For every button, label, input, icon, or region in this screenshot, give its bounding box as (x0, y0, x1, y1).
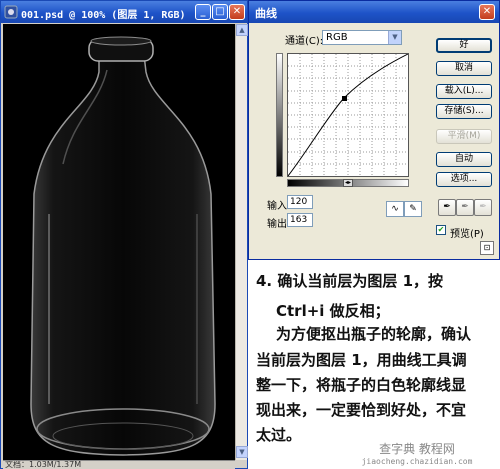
close-icon[interactable]: ✕ (479, 4, 495, 20)
instruction-line: 当前层为图层 1，用曲线工具调 (256, 351, 467, 369)
instruction-line: 为方便抠出瓶子的轮廓，确认 (276, 325, 472, 343)
channel-value: RGB (326, 32, 348, 43)
curve-plot (287, 53, 409, 177)
save-button[interactable]: 存储(S)... (436, 104, 492, 119)
options-button[interactable]: 选项... (436, 172, 492, 187)
output-gradient-bar (276, 53, 283, 177)
curves-dialog-titlebar[interactable]: 曲线 ✕ (249, 1, 499, 23)
curve-graph[interactable] (287, 53, 409, 177)
chevron-down-icon[interactable]: ▼ (388, 31, 401, 44)
channel-label: 通道(C): (285, 36, 324, 47)
status-bar: 文档：1.03M/1.37M (3, 460, 235, 469)
image-window-titlebar[interactable]: 001.psd @ 100% (图层 1, RGB) _ □ ✕ (1, 1, 247, 23)
instruction-line: 太过。 (256, 426, 302, 444)
smooth-button[interactable]: 平滑(M) (436, 129, 492, 144)
instruction-line: 整一下，将瓶子的白色轮廓线显 (256, 376, 467, 394)
gray-eyedropper-icon[interactable]: ✒ (456, 199, 474, 216)
channel-select[interactable]: RGB ▼ (322, 30, 402, 45)
preview-checkbox[interactable]: ✔ (436, 225, 446, 235)
white-eyedropper-icon[interactable]: ✒ (474, 199, 492, 216)
instruction-line: 4. 确认当前层为图层 1，按 (256, 272, 444, 290)
instruction-line: Ctrl+i 做反相； (276, 302, 390, 320)
vertical-scrollbar[interactable]: ▲ ▼ (235, 24, 248, 460)
watermark: 查字典 教程网 jiaocheng.chazidian.com (336, 440, 498, 467)
image-canvas[interactable] (3, 24, 235, 460)
dialog-title: 曲线 (255, 7, 277, 20)
image-window: 001.psd @ 100% (图层 1, RGB) _ □ ✕ ▲ ▼ 文档：… (0, 0, 248, 469)
scroll-down-icon[interactable]: ▼ (236, 446, 248, 458)
document-status: 文档：1.03M/1.37M (5, 460, 82, 469)
watermark-main: 查字典 教程网 (379, 442, 455, 456)
input-field[interactable]: 120 (287, 195, 313, 209)
preview-label: 预览(P) (450, 229, 484, 240)
curves-dialog: 曲线 ✕ 通道(C): RGB ▼ ◂▸ 输入: 120 输出: 163 ∿ ✎… (248, 0, 500, 260)
watermark-url: jiaocheng.chazidian.com (361, 457, 473, 466)
expand-icon[interactable]: ⊡ (480, 241, 494, 255)
curve-tool-icon[interactable]: ∿ (386, 201, 404, 217)
document-icon (4, 5, 18, 19)
curve-point (342, 96, 347, 101)
minimize-button[interactable]: _ (195, 4, 211, 20)
cancel-button[interactable]: 取消 (436, 61, 492, 76)
load-button[interactable]: 载入(L)... (436, 84, 492, 99)
gradient-toggle-icon[interactable]: ◂▸ (343, 179, 353, 187)
image-window-title: 001.psd @ 100% (图层 1, RGB) (21, 10, 186, 21)
output-field[interactable]: 163 (287, 213, 313, 227)
scroll-up-icon[interactable]: ▲ (236, 24, 248, 36)
ok-button[interactable]: 好 (436, 38, 492, 53)
instruction-line: 现出来，一定要恰到好处，不宜 (256, 401, 467, 419)
maximize-button[interactable]: □ (212, 4, 228, 20)
bottle-image (30, 36, 216, 456)
close-button[interactable]: ✕ (229, 4, 245, 20)
instruction-text: 4. 确认当前层为图层 1，按 Ctrl+i 做反相； 为方便抠出瓶子的轮廓，确… (252, 262, 498, 469)
auto-button[interactable]: 自动 (436, 152, 492, 167)
pencil-tool-icon[interactable]: ✎ (404, 201, 422, 217)
black-eyedropper-icon[interactable]: ✒ (438, 199, 456, 216)
